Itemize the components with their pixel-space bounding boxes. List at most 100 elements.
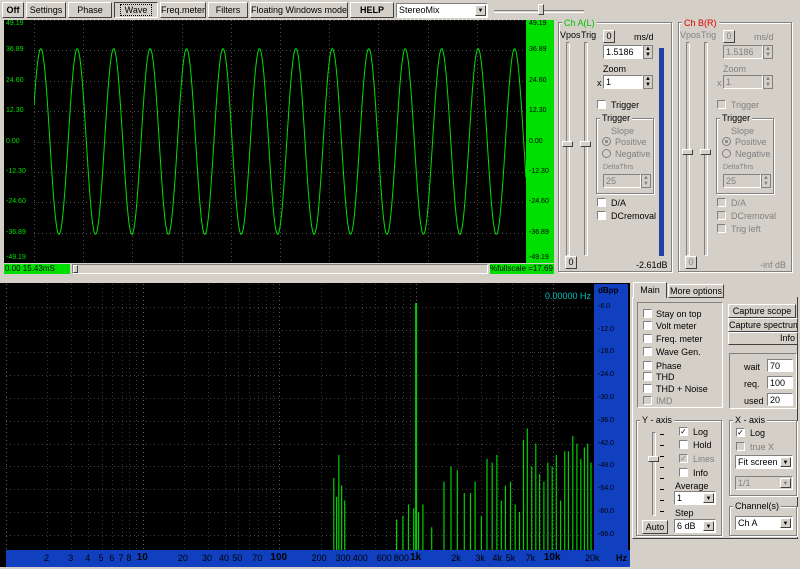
channel-a-trigger-checkbox[interactable] — [597, 100, 606, 109]
channel-b-trigleft-label: Trig left — [731, 224, 761, 234]
auto-button[interactable]: Auto — [642, 520, 668, 534]
floating-windows-button[interactable]: Floating Windows mode — [250, 2, 348, 18]
thd-noise-label: THD + Noise — [656, 384, 708, 394]
channel-a-vpos-thumb[interactable] — [562, 141, 573, 147]
slider-tick — [660, 467, 664, 468]
info-button[interactable]: Info — [728, 332, 798, 345]
channel-b-msdiv-spinner[interactable]: ▲ ▼ — [763, 45, 773, 59]
channel-a-vpos-track[interactable] — [566, 42, 570, 256]
channel-a-zoom-label: Zoom — [603, 64, 627, 74]
wave-button[interactable]: Wave — [114, 2, 158, 18]
channel-b-trig-thumb[interactable] — [700, 149, 711, 155]
spectrum-xtick-label: 10k — [543, 552, 561, 563]
channel-b-msdiv-input[interactable]: 1.5186 — [723, 45, 763, 59]
channel-b-trigleft-checkbox[interactable] — [717, 224, 726, 233]
capture-scope-button[interactable]: Capture scope — [728, 304, 796, 318]
true-x-checkbox[interactable] — [736, 442, 745, 451]
tab-more-options[interactable]: More options — [668, 284, 724, 298]
tab-main[interactable]: Main — [633, 282, 667, 298]
channels-select[interactable]: Ch A ▼ — [735, 516, 793, 530]
channel-a-zero-bottom-button[interactable]: 0 — [565, 256, 577, 269]
channel-b-da-checkbox[interactable] — [717, 198, 726, 207]
channel-b-delta-input[interactable]: 25 — [723, 174, 761, 188]
channel-b-positive-radio[interactable] — [722, 137, 731, 146]
freqmeter-button[interactable]: Freq.meter — [160, 2, 206, 18]
fit-screen-value: Fit screen — [738, 457, 778, 467]
channel-a-zero-top-button[interactable]: 0 — [603, 30, 615, 43]
channel-b-zero-bottom-button[interactable]: 0 — [685, 256, 697, 269]
capture-spectrum-button[interactable]: Capture spectrum — [728, 318, 798, 332]
channel-a-trig-thumb[interactable] — [580, 141, 591, 147]
thd-checkbox[interactable] — [643, 372, 652, 381]
channel-b-negative-radio[interactable] — [722, 149, 731, 158]
step-value: 6 dB — [677, 521, 696, 531]
channel-a-zoom-input[interactable]: 1 — [603, 75, 643, 89]
slider-tick — [660, 456, 664, 457]
volume-slider[interactable] — [494, 4, 586, 17]
hold-checkbox[interactable] — [679, 440, 688, 449]
channel-b-zero-bottom-label: 0 — [688, 257, 694, 267]
x-log-checkbox[interactable]: ✓ — [736, 428, 745, 437]
off-button[interactable]: Off — [2, 2, 24, 18]
phase-button[interactable]: Phase — [68, 2, 112, 18]
channel-a-trig-track[interactable] — [584, 42, 588, 256]
channel-b-zoom-spinner[interactable]: ▲ ▼ — [763, 75, 773, 89]
channel-b-zero-top-label: 0 — [726, 31, 732, 41]
step-select[interactable]: 6 dB ▼ — [674, 519, 716, 533]
capture-spectrum-label: Capture spectrum — [729, 320, 798, 330]
scope-display[interactable] — [34, 20, 526, 263]
scope-ytick-label: -36.89 — [529, 229, 549, 236]
wave-gen-checkbox[interactable] — [643, 347, 652, 356]
slider-tick — [660, 511, 664, 512]
help-button[interactable]: HELP — [350, 2, 394, 18]
channel-a-da-checkbox[interactable] — [597, 198, 606, 207]
off-label: Off — [6, 5, 20, 15]
scope-ytick-label: -24.60 — [529, 198, 549, 205]
channel-a-msdiv-input[interactable]: 1.5186 — [603, 45, 643, 59]
channel-b-positive-label: Positive — [735, 137, 767, 147]
filters-button[interactable]: Filters — [208, 2, 248, 18]
channel-b-zoom-input[interactable]: 1 — [723, 75, 763, 89]
channel-b-vpos-thumb[interactable] — [682, 149, 693, 155]
time-scroll-thumb[interactable] — [73, 265, 78, 273]
ratio-select[interactable]: 1/1 ▼ — [735, 476, 793, 490]
source-value: StereoMix — [399, 5, 440, 15]
channel-a-dcremoval-checkbox[interactable] — [597, 211, 606, 220]
channel-a-positive-radio[interactable] — [602, 137, 611, 146]
req-input[interactable]: 100 — [767, 376, 793, 389]
y-info-checkbox[interactable] — [679, 468, 688, 477]
channel-a-delta-spinner[interactable]: ▲ ▼ — [641, 174, 651, 188]
phase-option-label: Phase — [656, 361, 682, 371]
y-axis-offset-thumb[interactable] — [648, 456, 659, 462]
freq-meter-checkbox[interactable] — [643, 334, 652, 343]
y-log-checkbox[interactable]: ✓ — [679, 427, 688, 436]
channel-b-delta-spinner[interactable]: ▲ ▼ — [761, 174, 771, 188]
volume-thumb[interactable] — [538, 4, 544, 15]
fit-screen-select[interactable]: Fit screen ▼ — [735, 455, 793, 469]
step-label: Step — [675, 508, 694, 518]
spectrum-ytick-label: -18.0 — [598, 348, 614, 355]
time-scrollbar[interactable] — [72, 264, 488, 274]
spectrum-ytick-label: -66.0 — [598, 531, 614, 538]
y-axis-offset-track[interactable] — [652, 432, 656, 516]
channel-a-delta-input[interactable]: 25 — [603, 174, 641, 188]
channel-b-zero-top-button[interactable]: 0 — [723, 30, 735, 43]
channel-a-msdiv-spinner[interactable]: ▲ ▼ — [643, 45, 653, 59]
imd-checkbox[interactable] — [643, 396, 652, 405]
channel-a-negative-radio[interactable] — [602, 149, 611, 158]
channel-b-trigger-checkbox[interactable] — [717, 100, 726, 109]
phase-label: Phase — [77, 5, 103, 15]
spectrum-display[interactable] — [6, 284, 594, 550]
volt-meter-checkbox[interactable] — [643, 321, 652, 330]
thd-noise-checkbox[interactable] — [643, 384, 652, 393]
phase-checkbox[interactable] — [643, 361, 652, 370]
channel-a-zoom-spinner[interactable]: ▲ ▼ — [643, 75, 653, 89]
req-label: req. — [744, 379, 760, 389]
average-select[interactable]: 1 ▼ — [674, 491, 716, 505]
source-select[interactable]: StereoMix ▼ — [396, 3, 488, 18]
channel-b-dcremoval-checkbox[interactable] — [717, 211, 726, 220]
channel-b-level-readout: -inf dB — [760, 260, 787, 270]
settings-button[interactable]: Settings — [26, 2, 66, 18]
lines-checkbox[interactable]: ✓ — [679, 454, 688, 463]
stay-on-top-checkbox[interactable] — [643, 309, 652, 318]
